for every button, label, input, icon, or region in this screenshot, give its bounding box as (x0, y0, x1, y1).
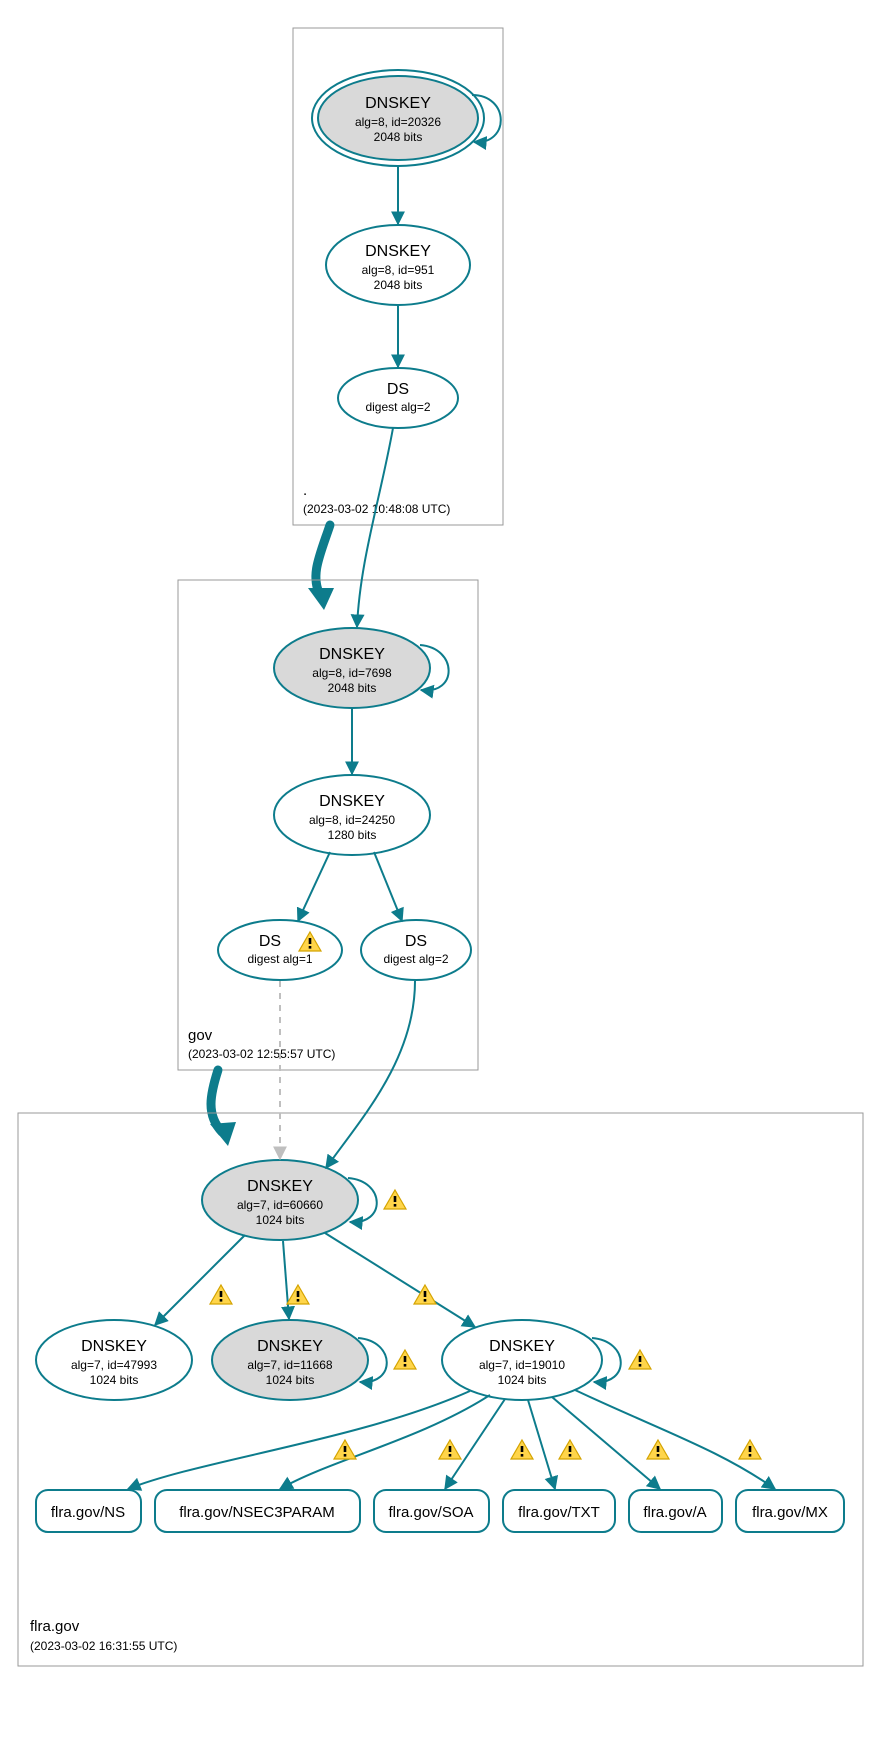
node-root-zsk-title: DNSKEY (365, 243, 431, 260)
node-root-zsk-line1: alg=8, id=951 (362, 263, 435, 277)
node-flra-k47: DNSKEY alg=7, id=47993 1024 bits (36, 1320, 192, 1400)
node-gov-ksk-line1: alg=8, id=7698 (312, 666, 392, 680)
node-root-zsk: DNSKEY alg=8, id=951 2048 bits (326, 225, 470, 305)
zone-flra-label: flra.gov (30, 1618, 80, 1635)
zone-root-label: . (303, 482, 307, 499)
edge-gov-zsk-ds2 (374, 852, 402, 921)
node-gov-ds2: DS digest alg=2 (361, 920, 471, 980)
node-root-ksk-line2: 2048 bits (374, 130, 423, 144)
node-flra-k11: DNSKEY alg=7, id=11668 1024 bits (212, 1320, 368, 1400)
zone-flra-timestamp: (2023-03-02 16:31:55 UTC) (30, 1639, 177, 1653)
node-root-ds: DS digest alg=2 (338, 368, 458, 428)
warn-icon (414, 1285, 436, 1304)
warn-icon (210, 1285, 232, 1304)
edge-root-ds-gov-ksk (357, 428, 393, 627)
edge-zone-root-to-gov (316, 525, 330, 595)
node-root-ksk-title: DNSKEY (365, 95, 431, 112)
node-flra-ksk-line1: alg=7, id=60660 (237, 1198, 323, 1212)
edge-flra-ksk-k11 (283, 1241, 289, 1319)
leaf-soa-label: flra.gov/SOA (388, 1504, 473, 1521)
node-gov-ksk-title: DNSKEY (319, 646, 385, 663)
node-gov-zsk-line2: 1280 bits (328, 828, 377, 842)
edge-zone-gov-to-flra (211, 1070, 222, 1132)
warn-icon (511, 1440, 533, 1459)
node-flra-k11-line1: alg=7, id=11668 (247, 1358, 333, 1372)
node-gov-ds1: DS digest alg=1 (218, 920, 342, 980)
warn-icon (287, 1285, 309, 1304)
leaf-txt: flra.gov/TXT (503, 1490, 615, 1532)
node-gov-zsk-title: DNSKEY (319, 793, 385, 810)
zone-gov-timestamp: (2023-03-02 12:55:57 UTC) (188, 1047, 335, 1061)
edge-k19-soa (445, 1399, 505, 1489)
leaf-a-label: flra.gov/A (643, 1504, 706, 1521)
leaf-mx: flra.gov/MX (736, 1490, 844, 1532)
node-flra-k11-line2: 1024 bits (266, 1373, 315, 1387)
node-gov-ds2-line1: digest alg=2 (383, 952, 448, 966)
leaf-nsec-label: flra.gov/NSEC3PARAM (179, 1504, 335, 1521)
node-flra-k47-title: DNSKEY (81, 1338, 147, 1355)
edge-zone-gov-to-flra-head (210, 1122, 236, 1146)
leaf-ns-label: flra.gov/NS (51, 1504, 125, 1521)
node-gov-ds2-title: DS (405, 933, 427, 950)
edge-flra-ksk-k19 (325, 1233, 475, 1327)
node-flra-k47-line2: 1024 bits (90, 1373, 139, 1387)
warn-icon (334, 1440, 356, 1459)
node-gov-zsk-line1: alg=8, id=24250 (309, 813, 395, 827)
node-flra-ksk: DNSKEY alg=7, id=60660 1024 bits (202, 1160, 358, 1240)
node-flra-k19-title: DNSKEY (489, 1338, 555, 1355)
node-root-zsk-line2: 2048 bits (374, 278, 423, 292)
edge-k19-mx (575, 1390, 775, 1489)
warn-icon (394, 1350, 416, 1369)
node-flra-k19-line1: alg=7, id=19010 (479, 1358, 565, 1372)
leaf-soa: flra.gov/SOA (374, 1490, 489, 1532)
edge-zone-root-to-gov-head (308, 588, 334, 610)
leaf-txt-label: flra.gov/TXT (518, 1504, 600, 1521)
warn-icon (739, 1440, 761, 1459)
edge-flra-ksk-k47 (155, 1235, 245, 1325)
warn-icon (629, 1350, 651, 1369)
warn-icon (384, 1190, 406, 1209)
edge-gov-ds2-flra-ksk (326, 981, 415, 1168)
warn-icon (647, 1440, 669, 1459)
node-flra-k19: DNSKEY alg=7, id=19010 1024 bits (442, 1320, 602, 1400)
leaf-nsec: flra.gov/NSEC3PARAM (155, 1490, 360, 1532)
node-root-ds-line1: digest alg=2 (365, 400, 430, 414)
warn-icon (559, 1440, 581, 1459)
leaf-a: flra.gov/A (629, 1490, 722, 1532)
edge-gov-zsk-ds1 (298, 852, 330, 921)
node-flra-k47-line1: alg=7, id=47993 (71, 1358, 157, 1372)
node-gov-ksk: DNSKEY alg=8, id=7698 2048 bits (274, 628, 430, 708)
edge-k19-txt (528, 1400, 555, 1489)
zone-gov-label: gov (188, 1027, 213, 1044)
warn-icon (439, 1440, 461, 1459)
node-gov-ksk-line2: 2048 bits (328, 681, 377, 695)
edge-k19-ns (128, 1391, 470, 1489)
leaf-mx-label: flra.gov/MX (752, 1504, 828, 1521)
node-flra-ksk-line2: 1024 bits (256, 1213, 305, 1227)
node-gov-ds1-line1: digest alg=1 (247, 952, 312, 966)
node-flra-ksk-title: DNSKEY (247, 1178, 313, 1195)
node-gov-zsk: DNSKEY alg=8, id=24250 1280 bits (274, 775, 430, 855)
node-root-ksk-line1: alg=8, id=20326 (355, 115, 441, 129)
node-flra-k11-title: DNSKEY (257, 1338, 323, 1355)
node-root-ds-title: DS (387, 381, 409, 398)
leaf-ns: flra.gov/NS (36, 1490, 141, 1532)
node-root-ksk: DNSKEY alg=8, id=20326 2048 bits (312, 70, 484, 166)
node-gov-ds1-title: DS (259, 933, 281, 950)
node-flra-k19-line2: 1024 bits (498, 1373, 547, 1387)
